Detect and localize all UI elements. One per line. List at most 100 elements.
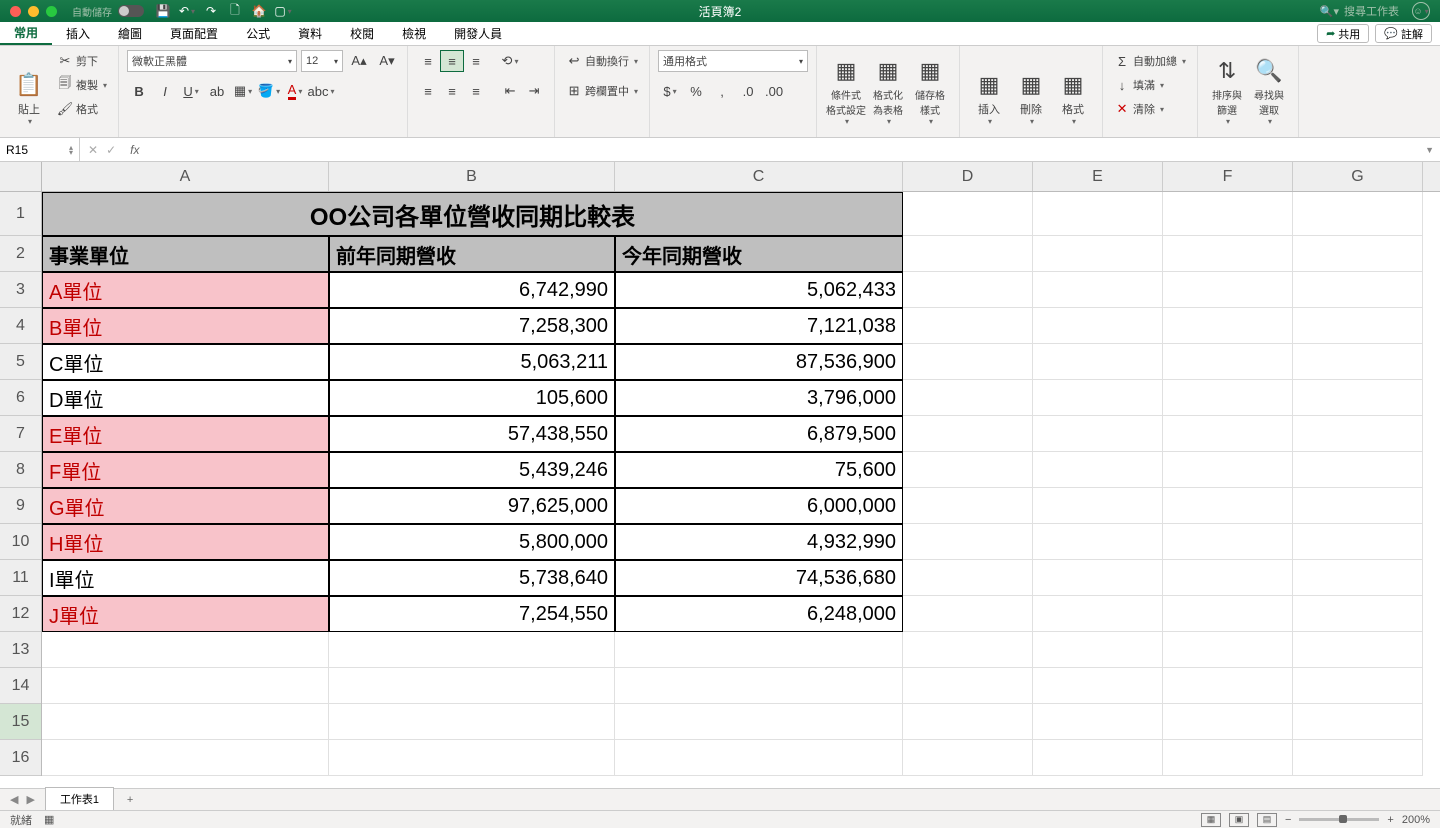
unit-cell[interactable]: I單位 xyxy=(42,560,329,596)
curr-revenue-cell[interactable]: 7,121,038 xyxy=(615,308,903,344)
conditional-formatting-button[interactable]: ▦條件式 格式設定 xyxy=(825,50,867,128)
row-header[interactable]: 16 xyxy=(0,740,41,776)
unit-cell[interactable]: C單位 xyxy=(42,344,329,380)
cell[interactable] xyxy=(1033,380,1163,416)
account-icon[interactable]: ☺ xyxy=(1412,2,1430,20)
cell[interactable] xyxy=(1033,740,1163,776)
macro-icon[interactable]: ▦ xyxy=(44,813,54,826)
cell[interactable] xyxy=(329,668,615,704)
share-button[interactable]: ➦共用 xyxy=(1317,24,1369,43)
format-as-table-button[interactable]: ▦格式化 為表格 xyxy=(867,50,909,128)
insert-cells-button[interactable]: ▦插入 xyxy=(968,50,1010,128)
cell[interactable] xyxy=(615,668,903,704)
column-header[interactable]: A xyxy=(42,162,329,191)
cell[interactable] xyxy=(1293,380,1423,416)
row-header[interactable]: 13 xyxy=(0,632,41,668)
curr-revenue-cell[interactable]: 75,600 xyxy=(615,452,903,488)
cell[interactable] xyxy=(903,452,1033,488)
search-input[interactable]: 搜尋工作表 xyxy=(1344,3,1399,19)
save-icon[interactable]: 💾 xyxy=(156,4,170,18)
cell[interactable] xyxy=(1293,668,1423,704)
cell[interactable] xyxy=(1293,632,1423,668)
decrease-decimal-icon[interactable]: .00 xyxy=(762,80,786,102)
curr-revenue-cell[interactable]: 5,062,433 xyxy=(615,272,903,308)
curr-revenue-cell[interactable]: 6,000,000 xyxy=(615,488,903,524)
cell[interactable] xyxy=(1163,524,1293,560)
cell[interactable] xyxy=(1033,452,1163,488)
cell[interactable] xyxy=(903,740,1033,776)
prev-revenue-cell[interactable]: 5,063,211 xyxy=(329,344,615,380)
cell[interactable] xyxy=(903,344,1033,380)
row-header[interactable]: 2 xyxy=(0,236,41,272)
cell[interactable] xyxy=(1163,380,1293,416)
prev-revenue-cell[interactable]: 97,625,000 xyxy=(329,488,615,524)
cell[interactable] xyxy=(1033,192,1163,236)
prev-revenue-cell[interactable]: 5,738,640 xyxy=(329,560,615,596)
unit-cell[interactable]: J單位 xyxy=(42,596,329,632)
currency-icon[interactable]: $ xyxy=(658,80,682,102)
zoom-in-icon[interactable]: + xyxy=(1387,814,1393,826)
tab-formulas[interactable]: 公式 xyxy=(232,22,284,45)
prev-revenue-cell[interactable]: 57,438,550 xyxy=(329,416,615,452)
format-cells-button[interactable]: ▦格式 xyxy=(1052,50,1094,128)
cell[interactable] xyxy=(1163,236,1293,272)
cell[interactable] xyxy=(1163,192,1293,236)
unit-cell[interactable]: H單位 xyxy=(42,524,329,560)
row-header[interactable]: 12 xyxy=(0,596,41,632)
prev-revenue-cell[interactable]: 105,600 xyxy=(329,380,615,416)
cell[interactable] xyxy=(903,416,1033,452)
bold-icon[interactable]: B xyxy=(127,80,151,102)
cancel-formula-icon[interactable]: ✕ xyxy=(88,143,98,157)
cell[interactable] xyxy=(1033,308,1163,344)
cell[interactable] xyxy=(329,740,615,776)
fx-icon[interactable]: fx xyxy=(130,143,139,157)
table-header[interactable]: 前年同期營收 xyxy=(329,236,615,272)
tab-home[interactable]: 常用 xyxy=(0,22,52,45)
comments-button[interactable]: 💬註解 xyxy=(1375,24,1432,43)
cell[interactable] xyxy=(1033,704,1163,740)
cell[interactable] xyxy=(903,668,1033,704)
zoom-level[interactable]: 200% xyxy=(1402,814,1430,826)
cell[interactable] xyxy=(1033,596,1163,632)
cut-button[interactable]: ✂剪下 xyxy=(54,50,110,72)
tab-data[interactable]: 資料 xyxy=(284,22,336,45)
cell-styles-button[interactable]: ▦儲存格 樣式 xyxy=(909,50,951,128)
cell[interactable] xyxy=(903,596,1033,632)
zoom-slider[interactable] xyxy=(1299,818,1379,821)
cell[interactable] xyxy=(1293,704,1423,740)
unit-cell[interactable]: D單位 xyxy=(42,380,329,416)
expand-formula-icon[interactable]: ▼ xyxy=(1419,145,1440,155)
cell[interactable] xyxy=(1033,560,1163,596)
cell[interactable] xyxy=(329,704,615,740)
prev-revenue-cell[interactable]: 5,439,246 xyxy=(329,452,615,488)
row-header[interactable]: 3 xyxy=(0,272,41,308)
column-header[interactable]: E xyxy=(1033,162,1163,191)
cell[interactable] xyxy=(1163,668,1293,704)
unit-cell[interactable]: E單位 xyxy=(42,416,329,452)
find-select-button[interactable]: 🔍尋找與 選取 xyxy=(1248,50,1290,128)
row-header[interactable]: 14 xyxy=(0,668,41,704)
paste-button[interactable]: 📋貼上 xyxy=(8,50,50,128)
sort-filter-button[interactable]: ⇅排序與 篩選 xyxy=(1206,50,1248,128)
row-header[interactable]: 1 xyxy=(0,192,41,236)
row-header[interactable]: 8 xyxy=(0,452,41,488)
cell[interactable] xyxy=(1293,560,1423,596)
tab-draw[interactable]: 繪圖 xyxy=(104,22,156,45)
cell[interactable] xyxy=(1033,344,1163,380)
column-header[interactable]: F xyxy=(1163,162,1293,191)
column-header[interactable]: D xyxy=(903,162,1033,191)
cell[interactable] xyxy=(1163,272,1293,308)
cell[interactable] xyxy=(1293,596,1423,632)
tab-view[interactable]: 檢視 xyxy=(388,22,440,45)
decrease-font-icon[interactable]: A▾ xyxy=(375,50,399,72)
print-icon[interactable]: ▢ xyxy=(276,4,290,18)
row-header[interactable]: 7 xyxy=(0,416,41,452)
align-right-icon[interactable]: ≡ xyxy=(464,80,488,102)
increase-decimal-icon[interactable]: .0 xyxy=(736,80,760,102)
italic-icon[interactable]: I xyxy=(153,80,177,102)
tab-insert[interactable]: 插入 xyxy=(52,22,104,45)
cell[interactable] xyxy=(903,488,1033,524)
cell[interactable] xyxy=(1293,308,1423,344)
row-header[interactable]: 9 xyxy=(0,488,41,524)
cell[interactable] xyxy=(1033,416,1163,452)
